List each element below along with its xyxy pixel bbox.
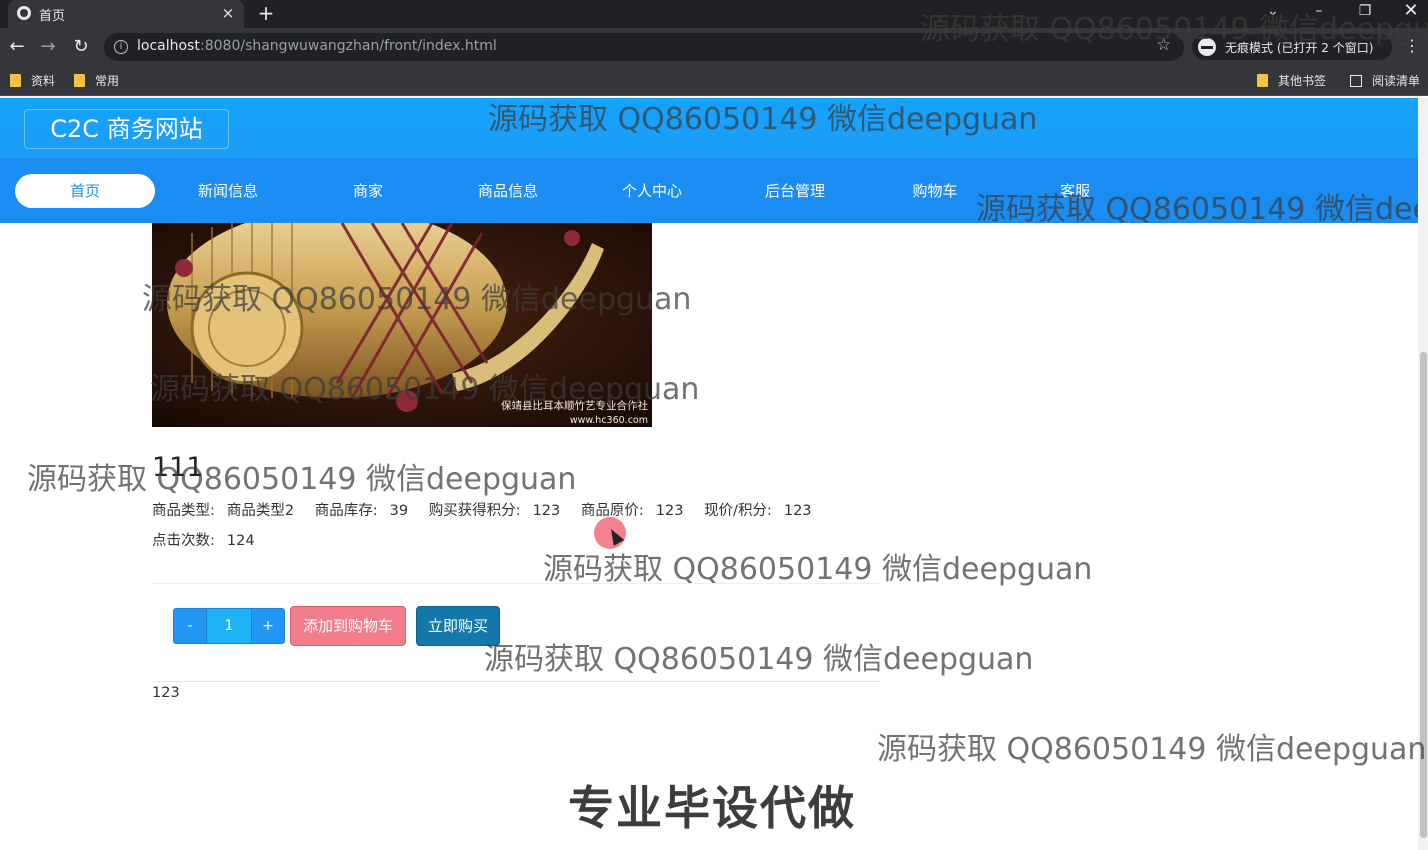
product-clicks: 点击次数: 124 <box>152 529 255 550</box>
buy-now-button[interactable]: 立即购买 <box>416 606 500 646</box>
browser-tab-bar: 首页 × + ⌄ – ❐ ✕ <box>0 0 1428 28</box>
browser-tab[interactable]: 首页 × <box>8 0 244 28</box>
incognito-text: 无痕模式 (已打开 2 个窗口) <box>1225 41 1374 55</box>
incognito-indicator[interactable]: 无痕模式 (已打开 2 个窗口) <box>1192 34 1392 60</box>
bookmark-label: 常用 <box>95 74 120 88</box>
meta-value: 39 <box>389 503 409 519</box>
star-icon[interactable]: ☆ <box>1156 35 1171 55</box>
bookmark-label: 资料 <box>31 74 56 88</box>
product-title: 111 <box>152 452 204 483</box>
meta-value: 123 <box>655 503 684 519</box>
new-tab-icon[interactable]: + <box>254 1 278 25</box>
window-close-icon[interactable]: ✕ <box>1388 0 1428 24</box>
nav-merchants[interactable]: 商家 <box>298 174 438 208</box>
tab-title: 首页 <box>39 9 66 24</box>
menu-icon[interactable]: ⋮ <box>1404 36 1420 55</box>
product-meta: 商品类型: 商品类型2 商品库存: 39 购买获得积分: 123 商品原价: 123 现… <box>152 499 828 520</box>
folder-icon <box>1257 74 1268 87</box>
bookmark-label: 其他书签 <box>1278 74 1327 88</box>
nav-news[interactable]: 新闻信息 <box>158 174 298 208</box>
watermark: 源码获取 QQ86050149 微信deepguan <box>27 462 577 497</box>
site-logo[interactable]: C2C 商务网站 <box>24 109 229 149</box>
product-description: 123 <box>152 685 180 701</box>
meta-label: 购买获得积分: <box>428 503 521 519</box>
quantity-input[interactable]: 1 <box>207 608 251 644</box>
nav-support[interactable]: 客服 <box>1005 174 1145 208</box>
info-icon[interactable]: i <box>114 40 128 54</box>
forward-icon[interactable]: → <box>37 36 59 58</box>
image-source-url: www.hc360.com <box>569 415 648 426</box>
globe-icon <box>17 6 31 20</box>
meta-value: 商品类型2 <box>226 503 295 519</box>
nav-home[interactable]: 首页 <box>15 174 155 208</box>
quantity-decrement-button[interactable]: - <box>173 608 207 644</box>
nav-products[interactable]: 商品信息 <box>438 174 578 208</box>
purchase-panel: - 1 + 添加到购物车 立即购买 <box>152 583 880 682</box>
add-to-cart-button[interactable]: 添加到购物车 <box>290 606 406 646</box>
bookmark-folder-other[interactable]: 其他书签 <box>1257 72 1326 90</box>
image-caption: 保靖县比耳本顺竹艺专业合作社 <box>501 400 648 412</box>
meta-label: 商品库存: <box>314 503 378 519</box>
nav-cart[interactable]: 购物车 <box>865 174 1005 208</box>
quantity-increment-button[interactable]: + <box>251 608 285 644</box>
url-path: :8080/shangwuwangzhan/front/index.html <box>200 38 497 54</box>
tab-close-icon[interactable]: × <box>218 3 238 23</box>
meta-value: 123 <box>532 503 561 519</box>
bookmark-folder[interactable]: 资料 <box>10 72 55 90</box>
main-nav: 首页 新闻信息 商家 商品信息 个人中心 后台管理 购物车 客服 <box>0 158 1418 223</box>
incognito-icon <box>1198 38 1216 56</box>
meta-label: 现价/积分: <box>704 503 772 519</box>
browser-toolbar: ← → ↻ i localhost :8080/shangwuwangzhan/… <box>0 28 1428 66</box>
site-header: C2C 商务网站 <box>0 98 1418 158</box>
clicks-value: 124 <box>226 533 255 549</box>
address-bar[interactable]: i localhost :8080/shangwuwangzhan/front/… <box>104 33 1184 61</box>
reading-list-icon <box>1350 75 1362 87</box>
product-image: 保靖县比耳本顺竹艺专业合作社 www.hc360.com <box>152 223 652 427</box>
reading-list[interactable]: 阅读清单 <box>1350 72 1420 90</box>
folder-icon <box>74 74 85 87</box>
bookmark-folder[interactable]: 常用 <box>74 72 119 90</box>
nav-admin[interactable]: 后台管理 <box>725 174 865 208</box>
watermark: 源码获取 QQ86050149 微信deepguan <box>877 732 1427 767</box>
page-scrollbar-thumb[interactable] <box>1420 352 1427 838</box>
meta-label: 商品类型: <box>152 503 215 519</box>
tab-search-icon[interactable]: ⌄ <box>1250 0 1296 24</box>
url-host: localhost <box>137 38 200 54</box>
product-photo <box>152 223 652 427</box>
folder-icon <box>10 74 21 87</box>
bookmark-label: 阅读清单 <box>1372 74 1421 88</box>
reload-icon[interactable]: ↻ <box>70 36 92 58</box>
watermark: 源码获取 QQ86050149 微信deepguan <box>543 552 1093 587</box>
back-icon[interactable]: ← <box>6 36 28 58</box>
promo-banner-text: 专业毕设代做 <box>568 781 856 835</box>
bookmarks-bar: 资料 常用 其他书签 阅读清单 <box>0 66 1428 96</box>
restore-icon[interactable]: ❐ <box>1342 0 1388 24</box>
clicks-label: 点击次数: <box>152 533 215 549</box>
nav-profile[interactable]: 个人中心 <box>582 174 722 208</box>
meta-value: 123 <box>783 503 812 519</box>
minimize-icon[interactable]: – <box>1296 0 1342 24</box>
